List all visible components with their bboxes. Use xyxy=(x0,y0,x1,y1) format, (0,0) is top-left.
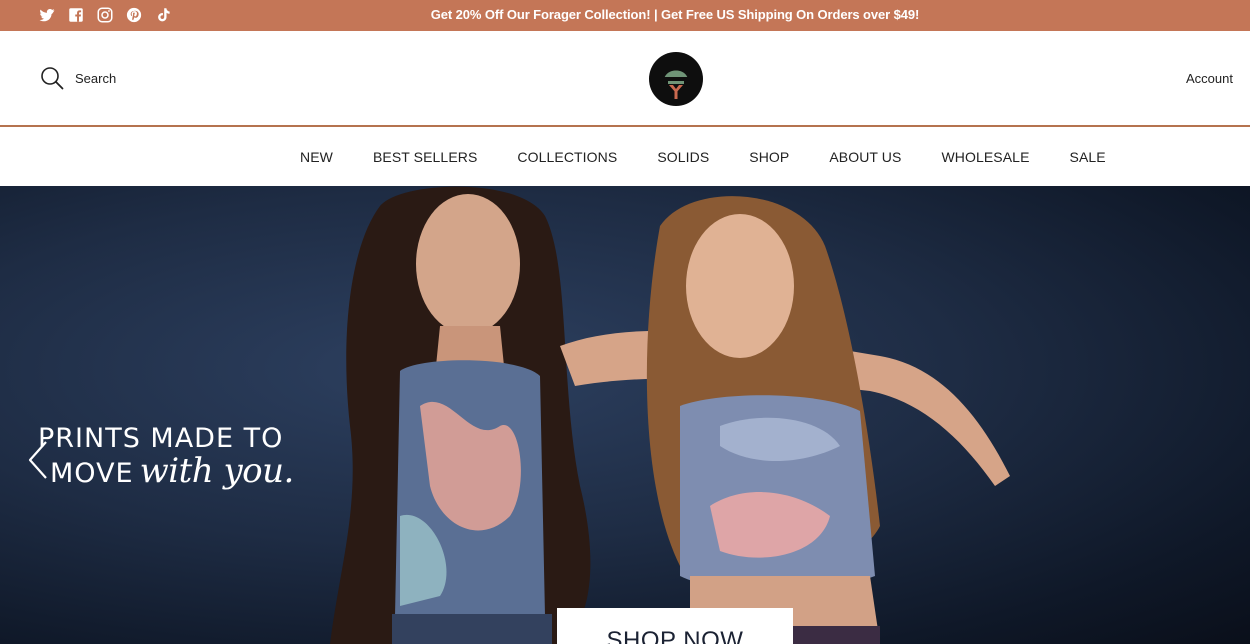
nav-list: NEW BEST SELLERS COLLECTIONS SOLIDS SHOP… xyxy=(280,127,1126,186)
site-header: Search Account xyxy=(0,31,1250,127)
nav-item-sale[interactable]: SALE xyxy=(1050,149,1126,165)
nav-item-about-us[interactable]: ABOUT US xyxy=(809,149,921,165)
nav-item-solids[interactable]: SOLIDS xyxy=(637,149,729,165)
headline-line2: MOVE with you. xyxy=(50,454,294,495)
nav-item-shop[interactable]: SHOP xyxy=(729,149,809,165)
headline-move: MOVE xyxy=(50,458,134,489)
shop-now-button[interactable]: SHOP NOW xyxy=(557,608,793,644)
search-button[interactable]: Search xyxy=(40,65,116,91)
nav-item-wholesale[interactable]: WHOLESALE xyxy=(921,149,1049,165)
brand-logo[interactable] xyxy=(648,51,704,107)
hero-headline: PRINTS MADE TO MOVE with you. xyxy=(38,424,294,495)
headline-line1: PRINTS MADE TO xyxy=(38,423,284,454)
nav-item-best-sellers[interactable]: BEST SELLERS xyxy=(353,149,497,165)
nav-item-new[interactable]: NEW xyxy=(280,149,353,165)
main-nav: NEW BEST SELLERS COLLECTIONS SOLIDS SHOP… xyxy=(0,127,1250,186)
announcement-text: Get 20% Off Our Forager Collection! | Ge… xyxy=(430,7,920,22)
hero-photo xyxy=(330,186,1010,644)
search-label: Search xyxy=(75,70,117,86)
account-link[interactable]: Account xyxy=(1186,71,1233,86)
search-icon xyxy=(41,67,64,90)
announcement-text-wrap: Get 20% Off Our Forager Collection! | Ge… xyxy=(0,0,1250,31)
announcement-bar: Get 20% Off Our Forager Collection! | Ge… xyxy=(0,0,1250,31)
hero-banner: PRINTS MADE TO MOVE with you. SHOP NOW xyxy=(0,186,1250,644)
headline-script: with you. xyxy=(139,451,295,491)
nav-item-collections[interactable]: COLLECTIONS xyxy=(497,149,637,165)
